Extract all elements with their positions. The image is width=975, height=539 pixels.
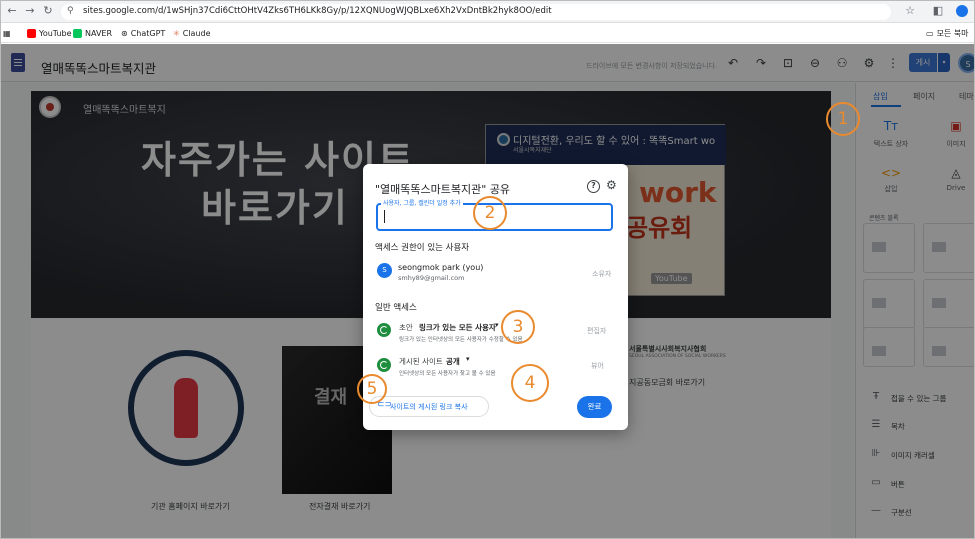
access-heading: 액세스 권한이 있는 사용자 — [375, 243, 470, 253]
address-url: sites.google.com/d/1wSHjn37Cdi6CttOHtV4Z… — [83, 6, 552, 16]
draft-role: 편집자 — [587, 327, 607, 335]
published-role: 뷰어 — [591, 362, 604, 370]
profile-icon[interactable] — [956, 5, 968, 17]
apps-icon[interactable]: ▦ — [3, 27, 11, 39]
bookmark-naver[interactable]: NAVER — [73, 27, 112, 39]
general-access-heading: 일반 액세스 — [375, 303, 417, 313]
callout-5: 5 — [357, 374, 387, 404]
globe-icon — [377, 358, 391, 372]
youtube-icon — [27, 28, 36, 38]
draft-label: 초안 — [399, 323, 413, 332]
published-label: 게시된 사이트 — [399, 357, 443, 366]
folder-icon: ▭ — [926, 28, 934, 38]
published-description: 인터넷상의 모든 사용자가 찾고 볼 수 있음 — [399, 371, 496, 377]
bookmark-chatgpt[interactable]: ⊛ ChatGPT — [121, 27, 165, 39]
callout-4: 4 — [511, 364, 549, 402]
draft-dropdown-icon[interactable]: ▾ — [495, 321, 499, 329]
gear-icon[interactable]: ⚙ — [606, 178, 617, 192]
published-access-select[interactable]: 공개 — [446, 356, 460, 367]
user-name: seongmok park (you) — [398, 263, 484, 272]
bookmark-claude[interactable]: ✳ Claude — [173, 27, 210, 39]
callout-3: 3 — [501, 310, 535, 344]
draft-access-select[interactable]: 링크가 있는 모든 사용자 — [419, 322, 496, 333]
bookmark-youtube[interactable]: YouTube — [27, 27, 72, 39]
naver-icon — [73, 28, 82, 38]
copy-published-link-label: 사이트의 게시된 링크 복사 — [390, 403, 468, 411]
browser-toolbar: ← → ↻ ⚲ sites.google.com/d/1wSHjn37Cdi6C… — [1, 1, 974, 23]
dialog-title: "열매똑똑스마트복지관" 공유 — [375, 183, 511, 196]
owner-role: 소유자 — [592, 270, 612, 278]
address-bar[interactable]: ⚲ sites.google.com/d/1wSHjn37Cdi6CttOHtV… — [61, 4, 891, 20]
screenshot-root: ← → ↻ ⚲ sites.google.com/d/1wSHjn37Cdi6C… — [0, 0, 975, 539]
all-bookmarks[interactable]: ▭ 모든 북마 — [926, 27, 969, 39]
site-info-icon[interactable]: ⚲ — [67, 6, 74, 16]
user-email: smhy89@gmail.com — [398, 274, 465, 282]
help-icon[interactable]: ? — [587, 180, 600, 193]
callout-1: 1 — [826, 102, 860, 136]
done-button[interactable]: 완료 — [577, 396, 612, 418]
claude-icon: ✳ — [173, 28, 180, 38]
text-caret — [384, 210, 385, 223]
forward-icon[interactable]: → — [23, 4, 37, 18]
add-people-input-label: 사용자, 그룹, 캘린더 일정 추가 — [381, 198, 463, 207]
published-dropdown-icon[interactable]: ▾ — [466, 355, 470, 363]
bookmark-star-icon[interactable]: ☆ — [903, 4, 917, 18]
callout-2: 2 — [473, 196, 507, 230]
chatgpt-icon: ⊛ — [121, 28, 128, 38]
globe-icon — [377, 323, 391, 337]
extensions-icon[interactable]: ◧ — [931, 4, 945, 18]
back-icon[interactable]: ← — [5, 4, 19, 18]
reload-icon[interactable]: ↻ — [41, 4, 55, 18]
user-avatar: S — [377, 263, 392, 278]
bookmarks-bar: ▦ YouTube NAVER ⊛ ChatGPT ✳ Claude ▭ 모든 북마 — [1, 23, 974, 43]
